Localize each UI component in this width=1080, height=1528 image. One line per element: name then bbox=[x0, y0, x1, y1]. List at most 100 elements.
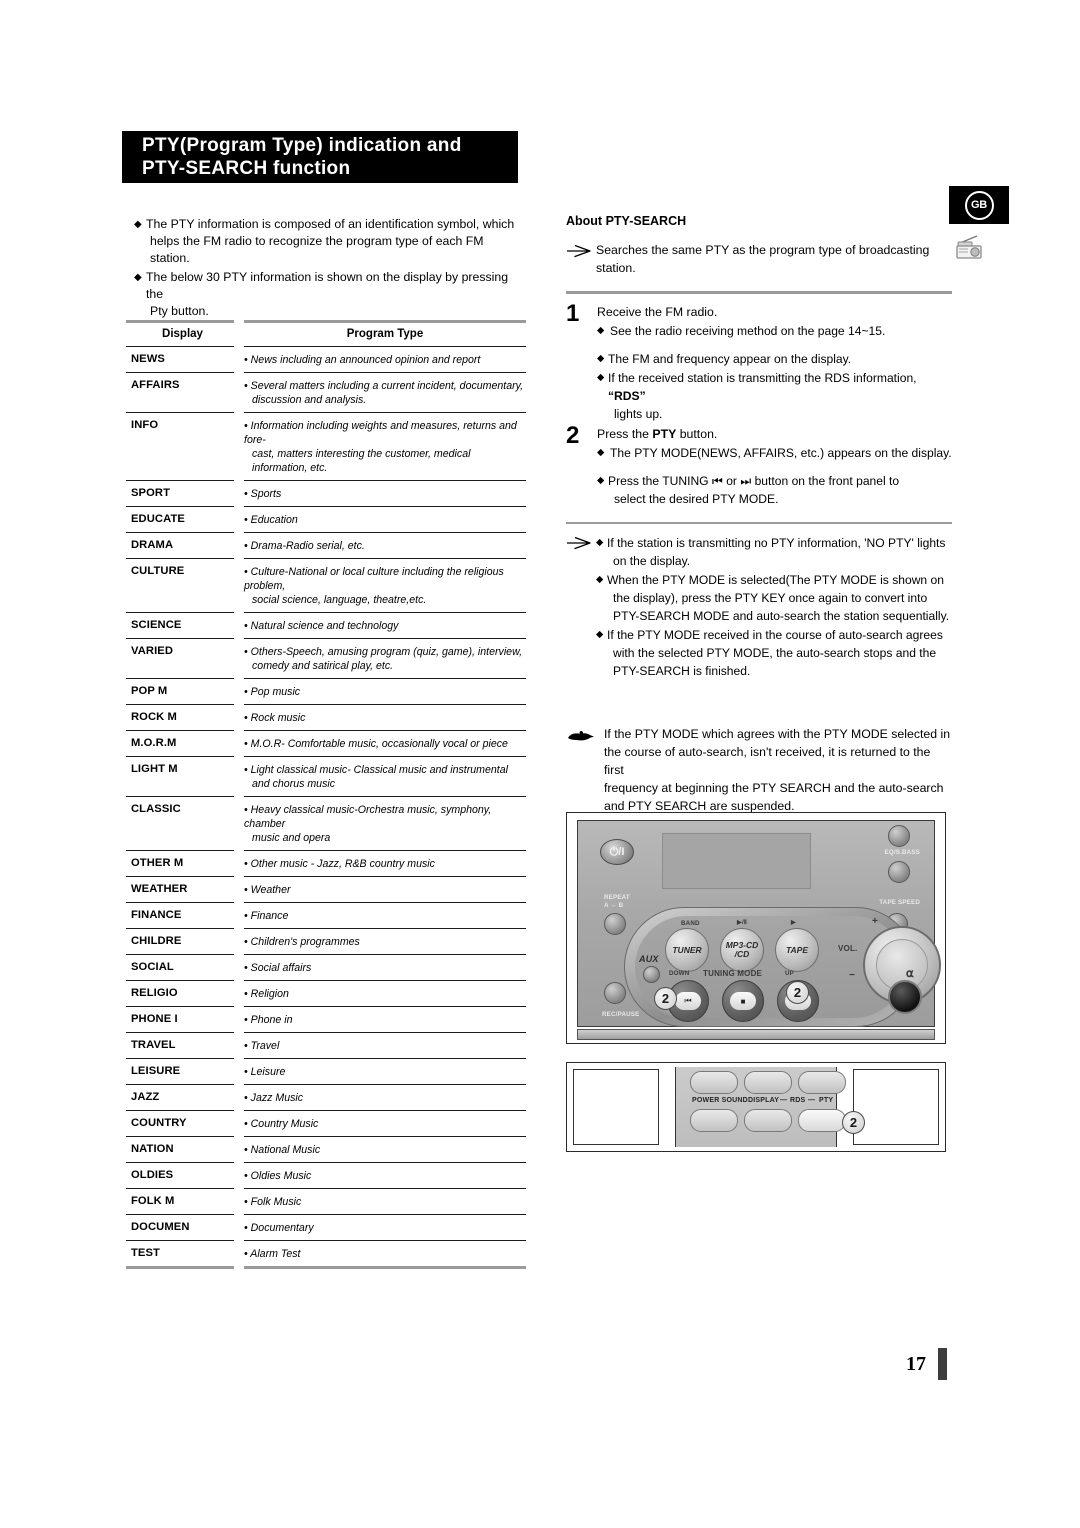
table-cell-description: • Pop music bbox=[244, 686, 301, 698]
table-row: CHILDRE • Children's programmes bbox=[126, 928, 526, 954]
diamond-bullet-icon: ◆ bbox=[597, 446, 605, 458]
table-row: AFFAIRS • Several matters including a cur… bbox=[126, 372, 526, 412]
remote-sleep-button[interactable] bbox=[690, 1071, 738, 1094]
table-row: SCIENCE • Natural science and technology bbox=[126, 612, 526, 638]
repeat-knob[interactable] bbox=[604, 913, 626, 935]
rec-pause-knob[interactable] bbox=[604, 982, 626, 1004]
mp3-cd-button[interactable]: MP3-CD/CD bbox=[720, 928, 764, 972]
remote-tape-speed-button[interactable] bbox=[798, 1071, 846, 1094]
table-cell-display: DRAMA bbox=[131, 539, 174, 551]
intro-bullet-1: ◆ The PTY information is composed of an … bbox=[134, 216, 526, 267]
rewind-icon: ⏮ bbox=[711, 473, 723, 488]
table-row: PHONE I • Phone in bbox=[126, 1006, 526, 1032]
table-cell-display: PHONE I bbox=[131, 1013, 178, 1025]
step-2-bullet-2-cont: select the desired PTY MODE. bbox=[614, 491, 779, 506]
stop-icon: ■ bbox=[730, 992, 756, 1010]
table-cell-description: • Culture-National or local culture incl… bbox=[244, 566, 504, 606]
table-cell-display: JAZZ bbox=[131, 1091, 160, 1103]
stop-button[interactable]: ■ bbox=[722, 980, 764, 1022]
diamond-bullet-icon: ◆ bbox=[597, 474, 605, 486]
eq-s-bass-knob-top[interactable] bbox=[888, 825, 910, 847]
table-cell-description: • Drama-Radio serial, etc. bbox=[244, 540, 365, 552]
table-row: OLDIES • Oldies Music bbox=[126, 1162, 526, 1188]
pointing-hand-icon bbox=[566, 725, 604, 750]
remote-left-blank bbox=[573, 1069, 659, 1145]
step-1-bullet-1: ◆ See the radio receiving method on the … bbox=[597, 322, 952, 340]
play-label: ▶ bbox=[791, 919, 796, 926]
table-cell-description: • Alarm Test bbox=[244, 1248, 301, 1260]
table-row: NEWS • News including an announced opinio… bbox=[126, 346, 526, 372]
table-cell-display: LIGHT M bbox=[131, 763, 178, 775]
aux-knob[interactable] bbox=[643, 966, 660, 983]
step-2-number: 2 bbox=[566, 421, 580, 449]
intro-bullet-2: ◆ The below 30 PTY information is shown … bbox=[134, 269, 526, 320]
fast-forward-icon: ⏭ bbox=[740, 473, 752, 488]
table-cell-display: DOCUMEN bbox=[131, 1221, 190, 1233]
pty-note-3-line-2: with the selected PTY MODE, the auto-sea… bbox=[613, 646, 937, 661]
remote-display-label: DISPLAY bbox=[748, 1097, 780, 1104]
power-button[interactable]: ⏻/I bbox=[600, 839, 634, 865]
front-panel-body: ⏻/I EQ/S.BASS REPEAT A ↔ B TAPE SPEED RE… bbox=[577, 820, 941, 1027]
table-cell-description: • Several matters including a current in… bbox=[244, 380, 524, 406]
hand-note-line-3: frequency at beginning the PTY SEARCH an… bbox=[604, 781, 944, 796]
table-cell-display: OLDIES bbox=[131, 1169, 174, 1181]
remote-power-sound-button[interactable] bbox=[690, 1109, 738, 1132]
table-cell-description: • National Music bbox=[244, 1144, 321, 1156]
table-cell-display: WEATHER bbox=[131, 883, 188, 895]
table-row: TRAVEL • Travel bbox=[126, 1032, 526, 1058]
headphone-jack[interactable] bbox=[888, 980, 922, 1014]
remote-eq-sbass-button[interactable] bbox=[744, 1071, 792, 1094]
table-row: RELIGIO • Religion bbox=[126, 980, 526, 1006]
step-1: 1 Receive the FM radio. ◆ See the radio … bbox=[566, 301, 952, 423]
up-label: UP bbox=[785, 970, 794, 977]
intro-bullet-1-line-2: helps the FM radio to recognize the prog… bbox=[150, 234, 484, 265]
volume-plus-label: + bbox=[872, 916, 879, 927]
diamond-bullet-icon: ◆ bbox=[597, 324, 605, 336]
right-column: About PTY-SEARCH Searches the same PTY a… bbox=[566, 214, 952, 815]
tuner-button[interactable]: TUNER bbox=[665, 928, 709, 972]
step-1-bullet-2: ◆ The FM and frequency appear on the dis… bbox=[597, 350, 952, 368]
play-pause-label: ▶/Ⅱ bbox=[737, 919, 748, 926]
table-cell-description: • Others-Speech, amusing program (quiz, … bbox=[244, 646, 523, 672]
table-cell-display: SPORT bbox=[131, 487, 171, 499]
table-cell-description: • Finance bbox=[244, 910, 289, 922]
pty-note-3-line-1: If the PTY MODE received in the course o… bbox=[607, 628, 943, 643]
table-row: JAZZ • Jazz Music bbox=[126, 1084, 526, 1110]
table-row: DOCUMEN • Documentary bbox=[126, 1214, 526, 1240]
remote-right-blank bbox=[853, 1069, 939, 1145]
table-row: M.O.R.M • M.O.R- Comfortable music, occas… bbox=[126, 730, 526, 756]
table-cell-display: AFFAIRS bbox=[131, 379, 180, 391]
table-row: LIGHT M • Light classical music- Classica… bbox=[126, 756, 526, 796]
remote-pty-button[interactable] bbox=[798, 1109, 846, 1132]
volume-minus-label: − bbox=[849, 970, 856, 981]
diamond-bullet-icon: ◆ bbox=[597, 371, 605, 383]
step-1-bullet-2-text: The FM and frequency appear on the displ… bbox=[608, 351, 852, 366]
table-row: FOLK M • Folk Music bbox=[126, 1188, 526, 1214]
table-cell-display: TEST bbox=[131, 1247, 160, 1259]
step-2-title: Press the PTY button. bbox=[597, 425, 952, 443]
table-row: ROCK M • Rock music bbox=[126, 704, 526, 730]
remote-pty-label: PTY bbox=[819, 1097, 834, 1104]
repeat-ab-label: A ↔ B bbox=[604, 902, 624, 909]
step-2-bullet-1-text: The PTY MODE(NEWS, AFFAIRS, etc.) appear… bbox=[610, 445, 952, 460]
page-title-line-1: PTY(Program Type) indication and bbox=[142, 135, 462, 156]
band-label: BAND bbox=[681, 920, 700, 927]
hand-note-line-2: the course of auto-search, isn't receive… bbox=[604, 745, 931, 778]
remote-rds-label: RDS bbox=[790, 1097, 806, 1104]
tape-button[interactable]: TAPE bbox=[775, 928, 819, 972]
table-cell-display: CLASSIC bbox=[131, 803, 181, 815]
diamond-bullet-icon: ◆ bbox=[596, 537, 604, 549]
table-cell-display: SCIENCE bbox=[131, 619, 182, 631]
rewind-icon: ⏮ bbox=[675, 992, 701, 1010]
table-header-row: Display Program Type bbox=[126, 320, 526, 346]
page-title-bar: PTY(Program Type) indication and PTY-SEA… bbox=[122, 131, 518, 183]
rec-pause-label: REC/PAUSE bbox=[602, 1011, 640, 1018]
eq-s-bass-knob[interactable] bbox=[888, 861, 910, 883]
table-row: INFO • Information including weights and … bbox=[126, 412, 526, 480]
front-panel-display bbox=[662, 833, 811, 889]
step-2-bullet-2-pre: Press the TUNING bbox=[608, 473, 712, 488]
callout-2-up: 2 bbox=[786, 981, 809, 1004]
remote-display-button[interactable] bbox=[744, 1109, 792, 1132]
table-cell-description: • Heavy classical music-Orchestra music,… bbox=[244, 804, 492, 844]
step-1-bullet-3-pre: If the received station is transmitting … bbox=[608, 370, 917, 385]
